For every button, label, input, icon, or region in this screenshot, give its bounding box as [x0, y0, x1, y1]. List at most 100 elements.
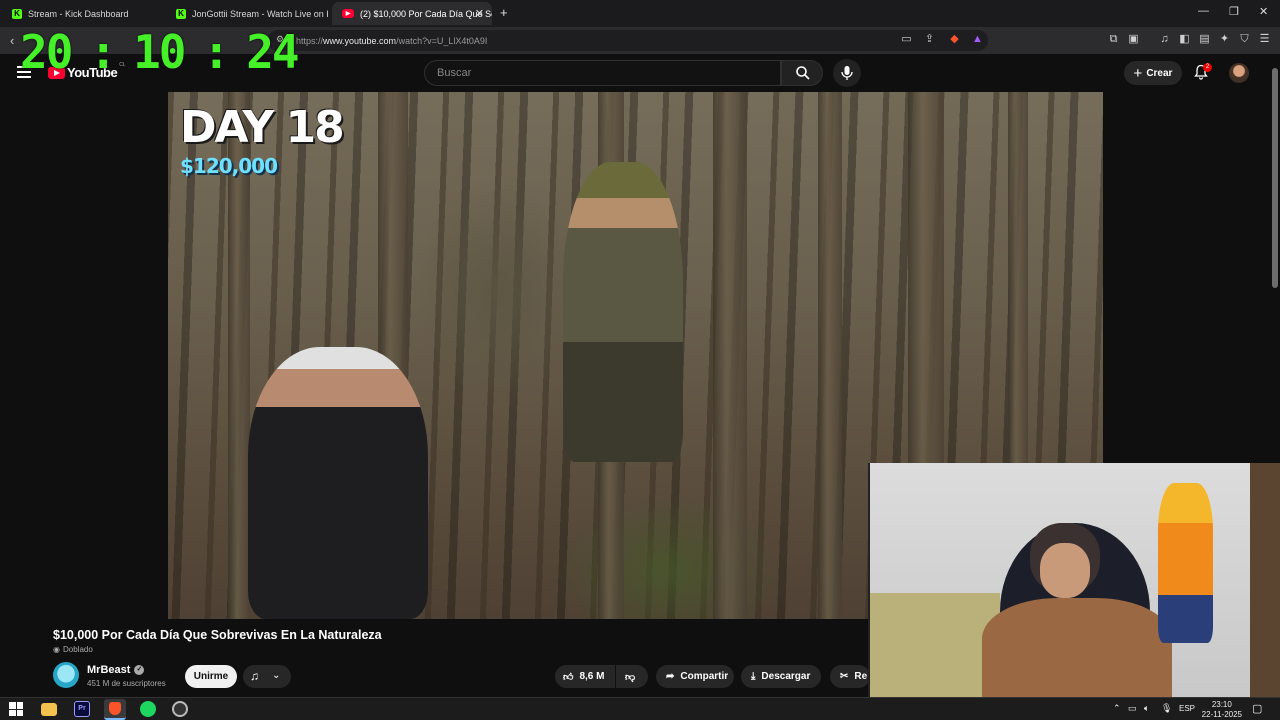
webcam-frame-detail — [870, 593, 1000, 700]
media-controls-icon[interactable]: ♫ — [1158, 33, 1171, 46]
tab-label: (2) $10,000 Por Cada Día Que So — [360, 8, 492, 19]
channel-name[interactable]: MrBeast — [87, 664, 130, 676]
share-page-icon[interactable]: ⇪ — [923, 33, 936, 46]
cast-icon[interactable]: ▭ — [900, 33, 913, 46]
menu-icon[interactable]: ☰ — [1258, 33, 1271, 46]
kick-icon: K — [12, 8, 22, 19]
webcam-frame-detail — [982, 598, 1172, 700]
clip-button[interactable]: ✂ Re — [830, 665, 870, 688]
tray-overflow-icon[interactable]: ⌃ — [1113, 703, 1121, 714]
webcam-overlay — [868, 463, 1280, 700]
tab-youtube-video[interactable]: ▶ (2) $10,000 Por Cada Día Que So ✕ — [332, 2, 492, 25]
share-button[interactable]: ➦ Compartir — [656, 665, 734, 688]
thumbs-up-icon: 👍︎ — [563, 671, 574, 683]
leo-ai-icon[interactable]: ✦ — [1218, 33, 1231, 46]
new-tab-button[interactable]: + — [500, 5, 508, 20]
tab-label: Stream - Kick Dashboard — [28, 8, 129, 19]
video-frame-detail — [818, 92, 842, 619]
brave-browser-taskbar-button[interactable] — [104, 699, 126, 720]
language-indicator[interactable]: ESP — [1179, 704, 1195, 713]
channel-avatar[interactable] — [53, 662, 79, 688]
verified-icon: ✓ — [134, 665, 145, 675]
brave-icon — [109, 702, 121, 715]
join-button[interactable]: Unirme — [185, 665, 237, 688]
obs-icon[interactable] — [172, 701, 188, 717]
webcam-frame-detail — [1040, 543, 1090, 598]
system-clock[interactable]: 23:10 22-11-2025 — [1202, 700, 1242, 720]
scrollbar-thumb[interactable] — [1272, 68, 1278, 288]
video-frame-detail — [248, 347, 428, 619]
address-bar[interactable]: ⚙ https://www.youtube.com/watch?v=U_LlX4… — [268, 30, 988, 51]
video-frame-detail — [713, 92, 747, 619]
back-icon[interactable]: ‹ — [10, 33, 14, 48]
url-path: /watch?v=U_LlX4t0A9I — [396, 35, 488, 46]
subscription-notifications-button[interactable]: ♫ ⌄ — [243, 665, 291, 688]
dubbed-audio-icon: ◉ — [53, 645, 60, 654]
kick-icon: K — [176, 8, 186, 19]
timer-separator: : — [202, 25, 230, 79]
brave-shields-icon[interactable]: ◆ — [948, 33, 961, 46]
scissors-icon: ✂ — [840, 671, 849, 682]
minimize-button[interactable]: — — [1198, 5, 1209, 17]
browser-tab-strip: K Stream - Kick Dashboard K JonGottii St… — [0, 0, 1280, 27]
notification-center-icon[interactable]: ▢ — [1252, 702, 1262, 715]
youtube-icon: ▶ — [342, 9, 354, 18]
tab-kick-stream[interactable]: K JonGottii Stream - Watch Live on Kick — [166, 2, 328, 25]
timer-separator: : — [89, 25, 117, 79]
like-button[interactable]: 👍︎ 8,6 M — [555, 665, 615, 688]
chevron-down-icon: ⌄ — [272, 670, 281, 681]
bell-icon: ♫ — [250, 669, 259, 683]
video-title: $10,000 Por Cada Día Que Sobrevivas En L… — [53, 628, 382, 642]
clock-date: 22-11-2025 — [1201, 710, 1242, 719]
dislike-button[interactable]: 👎︎ — [616, 665, 648, 688]
search-button[interactable] — [781, 60, 823, 86]
plus-icon: + — [1133, 64, 1143, 82]
voice-search-button[interactable] — [833, 59, 861, 87]
search-icon — [796, 66, 810, 80]
file-explorer-icon[interactable] — [41, 703, 57, 716]
timer-seconds: 24 — [246, 25, 299, 79]
search-input[interactable]: Buscar — [424, 60, 781, 86]
download-button[interactable]: ⤓ Descargar — [741, 665, 821, 688]
dub-label: Doblado — [62, 645, 93, 654]
webcam-frame-detail — [1158, 483, 1213, 643]
timer-hours: 20 — [20, 25, 73, 79]
notification-badge: 2 — [1203, 63, 1212, 72]
timer-minutes: 10 — [133, 25, 186, 79]
channel-name-row[interactable]: MrBeast ✓ — [87, 664, 145, 676]
video-overlay-day: DAY 18 — [180, 102, 345, 153]
like-count: 8,6 M — [579, 671, 605, 682]
avatar[interactable] — [1229, 63, 1249, 83]
maximize-button[interactable]: ❐ — [1229, 5, 1239, 18]
vpn-icon[interactable]: ⛉ — [1238, 33, 1251, 46]
share-label: Compartir — [680, 671, 729, 682]
download-label: Descargar — [761, 671, 811, 682]
wallet-icon[interactable]: ▤ — [1198, 33, 1211, 46]
premiere-pro-icon[interactable]: Pr — [74, 701, 90, 717]
close-tab-icon[interactable]: ✕ — [475, 7, 484, 20]
network-icon[interactable]: ▭ — [1128, 703, 1137, 714]
share-icon: ➦ — [666, 671, 675, 682]
windows-taskbar: Pr ⌃ ▭ 🔈︎ 🎙︎ ESP 23:10 22-11-2025 ▢ — [0, 697, 1280, 720]
sidebar-icon[interactable]: ◧ — [1178, 33, 1191, 46]
webcam-frame-detail — [1250, 463, 1280, 700]
download-icon: ⤓ — [751, 671, 756, 682]
tab-search-icon[interactable]: ▣ — [1127, 33, 1140, 46]
spotify-icon[interactable] — [140, 701, 156, 717]
brave-rewards-icon[interactable]: ▲ — [971, 33, 984, 46]
video-overlay-money: $120,000 — [180, 154, 278, 178]
tab-kick-dashboard[interactable]: K Stream - Kick Dashboard — [2, 2, 162, 25]
clip-label: Re — [854, 671, 868, 682]
url-prefix: https:// — [296, 35, 324, 46]
stream-timer-overlay: 20 : 10 : 24 — [20, 25, 300, 79]
extensions-icon[interactable]: ⧉ — [1107, 33, 1120, 46]
microphone-tray-icon[interactable]: 🎙︎ — [1161, 703, 1172, 714]
tab-label: JonGottii Stream - Watch Live on Kick — [192, 8, 328, 19]
thumbs-down-icon: 👎︎ — [625, 671, 636, 683]
create-button[interactable]: + Crear — [1124, 61, 1182, 85]
close-window-button[interactable]: ✕ — [1259, 5, 1268, 18]
microphone-icon — [841, 66, 853, 80]
windows-start-icon[interactable] — [9, 702, 23, 716]
volume-icon[interactable]: 🔈︎ — [1144, 703, 1149, 714]
url-host: www.youtube.com — [323, 35, 397, 46]
